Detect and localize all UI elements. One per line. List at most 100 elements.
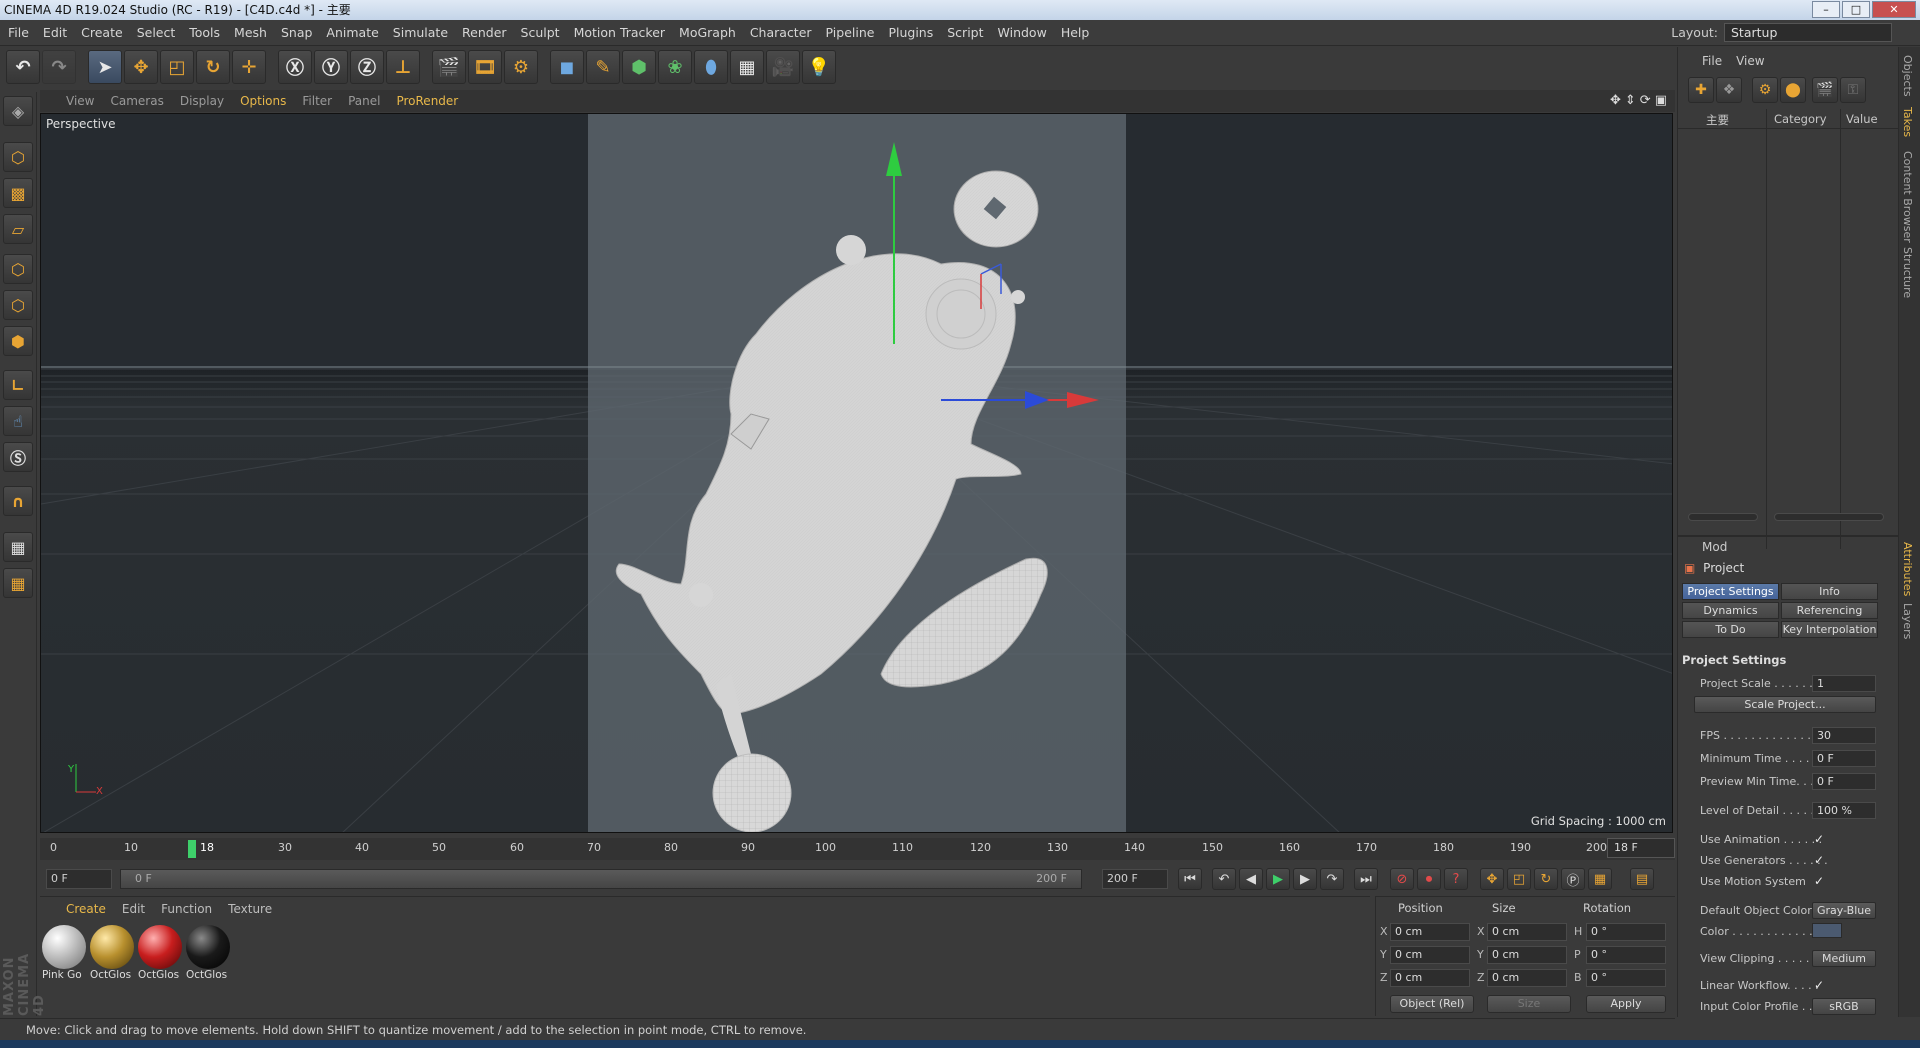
menu-mograph[interactable]: MoGraph <box>679 25 736 40</box>
menu-pipeline[interactable]: Pipeline <box>826 25 875 40</box>
position-y-field[interactable]: 0 cm <box>1390 946 1470 964</box>
light-icon[interactable]: 💡 <box>802 50 836 84</box>
rotation-h-field[interactable]: 0 ° <box>1586 923 1666 941</box>
deformer-icon[interactable]: ⬮ <box>694 50 728 84</box>
menu-simulate[interactable]: Simulate <box>393 25 448 40</box>
level-of-detail-field[interactable]: 100 % <box>1812 802 1876 819</box>
side-tab-layers[interactable]: Layers <box>1901 603 1914 639</box>
minimize-button[interactable]: – <box>1812 1 1840 18</box>
view-clipping-dropdown[interactable]: Medium <box>1812 950 1876 967</box>
viewport-menu-options[interactable]: Options <box>240 94 286 108</box>
zoom-icon[interactable]: ⇕ <box>1625 93 1636 108</box>
floor-icon[interactable]: ▦ <box>730 50 764 84</box>
side-tab-objects[interactable]: Objects <box>1901 55 1914 97</box>
tab-info[interactable]: Info <box>1781 583 1878 600</box>
tab-to-do[interactable]: To Do <box>1682 621 1779 638</box>
fps-field[interactable]: 30 <box>1812 727 1876 744</box>
orbit-icon[interactable]: ⟳ <box>1640 93 1651 108</box>
play-icon[interactable]: ▶ <box>1266 868 1290 890</box>
cube-primitive-icon[interactable]: ◼ <box>550 50 584 84</box>
coordinate-mode-dropdown[interactable]: Object (Rel) <box>1390 995 1474 1013</box>
menu-edit[interactable]: Edit <box>43 25 67 40</box>
use-generators-checkbox[interactable]: ✓ <box>1814 854 1826 866</box>
viewport-menu-prorender[interactable]: ProRender <box>396 94 458 108</box>
workplane-mode-icon[interactable]: ▱ <box>3 214 33 244</box>
attributes-mode-menu[interactable]: Mod <box>1702 540 1727 554</box>
size-y-field[interactable]: 0 cm <box>1487 946 1567 964</box>
material-menu-create[interactable]: Create <box>66 902 106 916</box>
position-z-field[interactable]: 0 cm <box>1390 969 1470 987</box>
undo-icon[interactable]: ↶ <box>6 50 40 84</box>
array-generator-icon[interactable]: ❀ <box>658 50 692 84</box>
take-clone-icon[interactable]: ❖ <box>1716 77 1742 103</box>
rotation-p-field[interactable]: 0 ° <box>1586 946 1666 964</box>
material-swatch[interactable]: Pink Go <box>42 925 86 985</box>
material-menu-edit[interactable]: Edit <box>122 902 145 916</box>
sphere-small-2[interactable] <box>1011 290 1025 304</box>
tab-key-interpolation[interactable]: Key Interpolation <box>1781 621 1878 638</box>
playhead[interactable] <box>188 840 196 858</box>
go-to-start-icon[interactable]: ⏮ <box>1178 868 1202 890</box>
viewport-menu-filter[interactable]: Filter <box>302 94 332 108</box>
material-swatch[interactable]: OctGlos <box>90 925 134 985</box>
maximize-viewport-icon[interactable]: ▣ <box>1655 93 1667 108</box>
scale-key-icon[interactable]: ◰ <box>1507 868 1531 890</box>
render-picture-viewer-icon[interactable]: 🎞 <box>468 50 502 84</box>
scale-tool-icon[interactable]: ◰ <box>160 50 194 84</box>
size-x-field[interactable]: 0 cm <box>1487 923 1567 941</box>
menu-create[interactable]: Create <box>81 25 123 40</box>
make-editable-icon[interactable]: ◈ <box>3 96 33 126</box>
next-frame-icon[interactable]: ▶ <box>1293 868 1317 890</box>
rotate-tool-icon[interactable]: ↻ <box>196 50 230 84</box>
size-z-field[interactable]: 0 cm <box>1487 969 1567 987</box>
take-render-icon[interactable]: 🎬 <box>1812 77 1838 103</box>
pen-spline-icon[interactable]: ✎ <box>586 50 620 84</box>
render-settings-icon[interactable]: ⚙ <box>504 50 538 84</box>
objects-menu-view[interactable]: View <box>1736 54 1764 68</box>
model-mode-icon[interactable]: ⬡ <box>3 142 33 172</box>
transform-tool-icon[interactable]: ✛ <box>232 50 266 84</box>
menu-file[interactable]: File <box>8 25 29 40</box>
object-item-main[interactable]: 主要 <box>1706 112 1729 128</box>
input-color-profile-dropdown[interactable]: sRGB <box>1812 998 1876 1015</box>
x-axis-lock-icon[interactable]: Ⓧ <box>278 50 312 84</box>
position-x-field[interactable]: 0 cm <box>1390 923 1470 941</box>
layout-dropdown[interactable]: Startup <box>1724 23 1892 42</box>
render-view-icon[interactable]: 🎬 <box>432 50 466 84</box>
axis-mode-icon[interactable]: ∟ <box>3 370 33 400</box>
parameter-key-icon[interactable]: Ⓟ <box>1561 868 1585 890</box>
tab-referencing[interactable]: Referencing <box>1781 602 1878 619</box>
apply-button[interactable]: Apply <box>1586 995 1666 1013</box>
previous-key-icon[interactable]: ↶ <box>1212 868 1236 890</box>
lock-workplane-icon[interactable]: ▦ <box>3 532 33 562</box>
go-to-end-icon[interactable]: ⏭ <box>1354 868 1378 890</box>
scale-project-button[interactable]: Scale Project... <box>1694 696 1876 713</box>
color-swatch[interactable] <box>1812 923 1842 938</box>
linear-workflow-checkbox[interactable]: ✓ <box>1814 979 1826 991</box>
viewport-menu-display[interactable]: Display <box>180 94 224 108</box>
polygons-mode-icon[interactable]: ⬢ <box>3 326 33 356</box>
point-level-key-icon[interactable]: ▦ <box>1588 868 1612 890</box>
pan-icon[interactable]: ✥ <box>1610 93 1621 108</box>
next-key-icon[interactable]: ↷ <box>1320 868 1344 890</box>
rotation-key-icon[interactable]: ↻ <box>1534 868 1558 890</box>
preview-min-time-field[interactable]: 0 F <box>1812 773 1876 790</box>
move-tool-icon[interactable]: ✥ <box>124 50 158 84</box>
snap-icon[interactable]: ∩ <box>3 486 33 516</box>
menu-script[interactable]: Script <box>947 25 983 40</box>
auto-take-icon[interactable]: ⬤ <box>1780 77 1806 103</box>
use-animation-checkbox[interactable]: ✓ <box>1814 833 1826 845</box>
side-tab-takes[interactable]: Takes <box>1901 107 1914 137</box>
project-scale-field[interactable]: 1 <box>1812 675 1876 692</box>
take-add-icon[interactable]: ✚ <box>1688 77 1714 103</box>
viewport-menu-panel[interactable]: Panel <box>348 94 380 108</box>
minimum-time-field[interactable]: 0 F <box>1812 750 1876 767</box>
side-tab-structure[interactable]: Structure <box>1901 247 1914 298</box>
camera-icon[interactable]: 🎥 <box>766 50 800 84</box>
override-icon[interactable]: ⚙ <box>1752 77 1778 103</box>
timeline-window-icon[interactable]: ▤ <box>1630 868 1654 890</box>
menu-tools[interactable]: Tools <box>189 25 220 40</box>
end-frame-field[interactable]: 200 F <box>1102 869 1168 889</box>
viewport-menu-cameras[interactable]: Cameras <box>110 94 163 108</box>
menu-snap[interactable]: Snap <box>281 25 312 40</box>
